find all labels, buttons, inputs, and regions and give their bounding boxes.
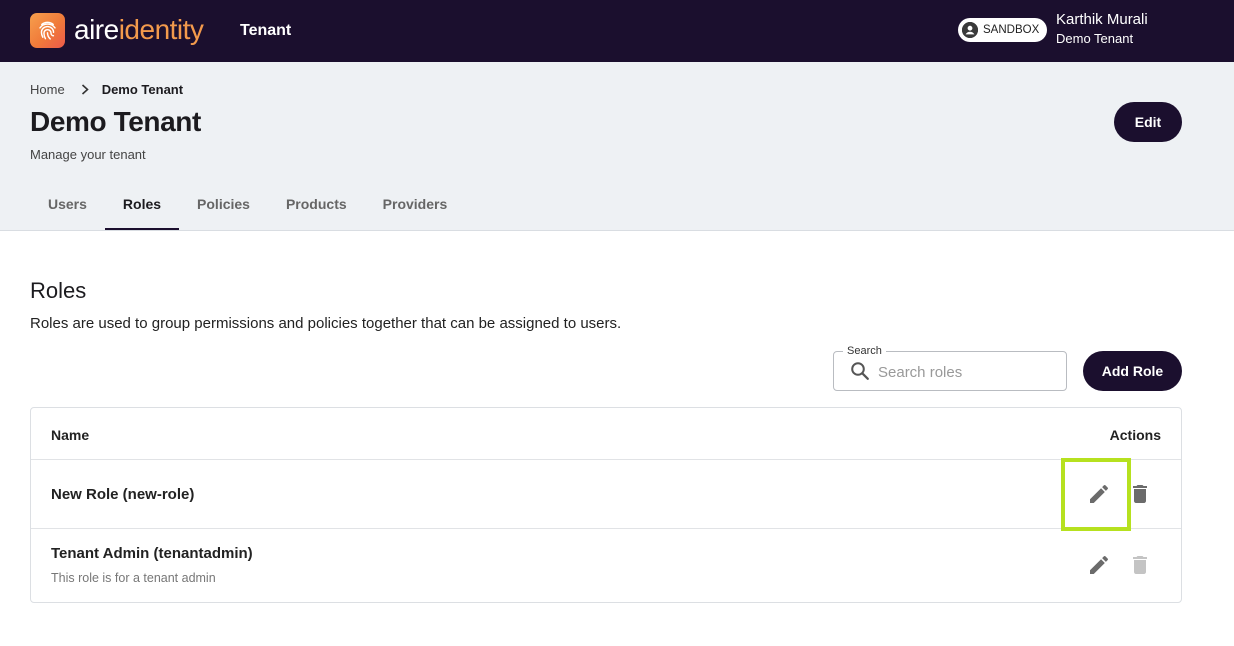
column-header-actions: Actions [1109, 427, 1161, 443]
breadcrumb-home-link[interactable]: Home [30, 82, 65, 98]
fingerprint-icon[interactable] [30, 13, 65, 48]
environment-chip[interactable]: SANDBOX [958, 18, 1048, 42]
role-name: Tenant Admin (tenantadmin) [51, 545, 253, 562]
search-label: Search [843, 345, 886, 357]
account-circle-icon [962, 22, 978, 38]
tab-policies[interactable]: Policies [179, 184, 268, 230]
user-tenant[interactable]: Demo Tenant [1056, 31, 1133, 47]
top-app-bar: aireidentity Tenant SANDBOX Karthik Mura… [0, 0, 1234, 62]
chevron-right-icon [81, 82, 89, 98]
pencil-icon[interactable] [1087, 482, 1111, 506]
breadcrumb: Home Demo Tenant [30, 82, 183, 98]
page-subtitle: Manage your tenant [30, 147, 146, 162]
search-icon [850, 361, 870, 386]
user-name[interactable]: Karthik Murali [1056, 11, 1148, 29]
table-row[interactable]: Tenant Admin (tenantadmin) This role is … [31, 529, 1181, 603]
roles-table: Name Actions New Role (new-role) Tenant … [30, 407, 1182, 603]
tab-users[interactable]: Users [30, 184, 105, 230]
brand-part-1: aire [74, 14, 119, 45]
breadcrumb-current: Demo Tenant [101, 82, 184, 97]
brand-wordmark: aireidentity [74, 12, 204, 48]
brand-part-2: identity [118, 14, 204, 45]
tab-bar: Users Roles Policies Products Providers [30, 184, 465, 231]
table-row[interactable]: New Role (new-role) [31, 460, 1181, 529]
role-description: This role is for a tenant admin [51, 571, 216, 585]
environment-label: SANDBOX [983, 24, 1040, 36]
tab-roles[interactable]: Roles [104, 184, 180, 230]
trash-icon [1128, 553, 1152, 577]
add-role-button[interactable]: Add Role [1083, 351, 1182, 391]
app-name[interactable]: Tenant [240, 21, 291, 41]
tab-providers[interactable]: Providers [365, 184, 466, 230]
trash-icon[interactable] [1128, 482, 1152, 506]
section-title: Roles [30, 278, 87, 303]
pencil-icon[interactable] [1087, 553, 1111, 577]
page-title: Demo Tenant [30, 106, 201, 137]
edit-button[interactable]: Edit [1114, 102, 1182, 142]
role-name: New Role (new-role) [51, 486, 195, 503]
search-field[interactable]: Search [833, 345, 1067, 391]
column-header-name[interactable]: Name [51, 427, 89, 443]
tab-products[interactable]: Products [268, 184, 365, 230]
search-input[interactable] [878, 360, 1058, 384]
section-description: Roles are used to group permissions and … [30, 315, 622, 332]
table-header: Name Actions [31, 408, 1181, 460]
